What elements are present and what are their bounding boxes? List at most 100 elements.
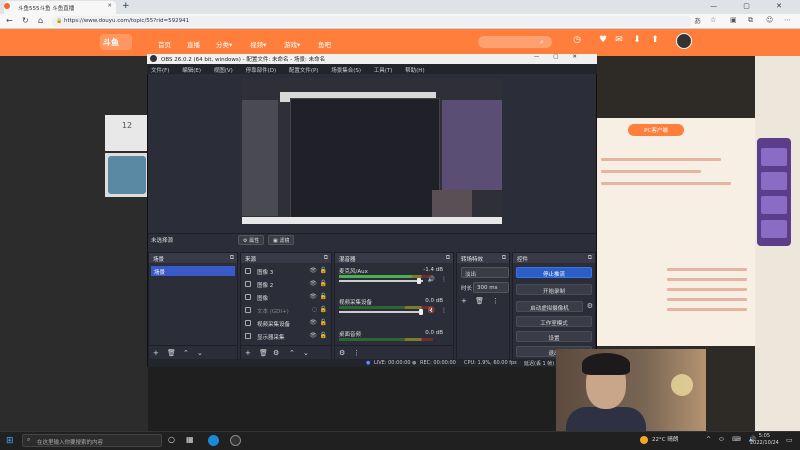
start-recording-button[interactable]: 开始录制 <box>516 284 592 295</box>
source-item[interactable]: 显示器采集 👁 🔓 <box>245 332 327 343</box>
source-item[interactable]: 图像 2 👁 🔓 <box>245 280 327 291</box>
windows-start-icon[interactable]: ⊞ <box>6 436 14 446</box>
profile-icon[interactable]: ☺ <box>766 16 773 24</box>
nav-live[interactable]: 直播 <box>187 39 200 49</box>
favorite-icon[interactable]: ☆ <box>710 16 716 24</box>
virtual-camera-settings-icon[interactable]: ⚙ <box>587 302 593 310</box>
popout-icon[interactable]: ⧉ <box>588 254 592 262</box>
eye-icon[interactable]: 👁 <box>309 280 317 287</box>
lock-icon[interactable]: 🔓 <box>320 293 327 300</box>
user-avatar[interactable] <box>676 33 692 49</box>
remove-scene-icon[interactable]: 🗑 <box>167 349 176 357</box>
settings-button[interactable]: 设置 <box>516 331 592 342</box>
gift-item[interactable] <box>761 148 787 166</box>
mixer-settings-icon[interactable]: ⚙ <box>339 349 345 357</box>
move-up-icon[interactable]: ⌃ <box>183 349 189 357</box>
eye-icon[interactable]: 👁 <box>309 319 317 326</box>
window-controls[interactable]: — ▢ ✕ <box>710 2 794 10</box>
nav-video[interactable]: 视频▾ <box>250 39 266 49</box>
popout-icon[interactable]: ⧉ <box>230 254 234 262</box>
download-icon[interactable]: ⬇ <box>630 35 644 49</box>
remove-source-icon[interactable]: 🗑 <box>259 349 268 357</box>
upload-icon[interactable]: ⬆ <box>648 35 662 49</box>
nav-category[interactable]: 分类▾ <box>216 39 232 49</box>
move-up-icon[interactable]: ⌃ <box>289 349 295 357</box>
popout-icon[interactable]: ⧉ <box>446 254 450 262</box>
preview-canvas[interactable] <box>242 78 502 224</box>
volume-slider[interactable] <box>339 311 423 313</box>
obs-icon[interactable] <box>230 435 241 446</box>
remove-transition-icon[interactable]: 🗑 <box>475 297 484 305</box>
move-down-icon[interactable]: ⌄ <box>303 349 309 357</box>
volume-knob[interactable] <box>419 309 423 315</box>
anchor-avatar[interactable] <box>105 153 149 197</box>
browser-tab[interactable]: 斗鱼555斗鱼 斗鱼直播 ✕ <box>4 1 116 14</box>
source-settings-icon[interactable]: ⚙ <box>273 349 279 357</box>
back-icon[interactable]: ← <box>6 16 13 25</box>
eye-icon[interactable]: 👁 <box>309 293 317 300</box>
popout-icon[interactable]: ⧉ <box>502 254 506 262</box>
nav-games[interactable]: 游戏▾ <box>284 39 300 49</box>
widgets-icon[interactable]: ▦ <box>186 435 197 446</box>
speaker-icon[interactable]: 🔊 <box>428 276 435 283</box>
source-item[interactable]: 图像 👁 🔓 <box>245 293 327 304</box>
transition-menu-icon[interactable]: ⋮ <box>492 297 499 305</box>
add-source-icon[interactable]: + <box>245 349 251 357</box>
lock-icon[interactable]: 🔓 <box>320 306 327 313</box>
mixer-menu-icon[interactable]: ⋮ <box>353 349 360 357</box>
virtual-camera-button[interactable]: 启动虚拟摄像机 <box>516 301 583 312</box>
add-transition-icon[interactable]: + <box>461 297 467 305</box>
stop-streaming-button[interactable]: 停止推流 <box>516 267 592 278</box>
message-icon[interactable]: ✉ <box>612 35 626 49</box>
history-icon[interactable]: ◷ <box>570 35 584 49</box>
taskbar-search-input[interactable]: 在这里输入你要搜索的内容 <box>22 434 162 447</box>
weather-text[interactable]: 22°C 晴朗 <box>652 435 678 443</box>
more-icon[interactable]: ⋯ <box>784 16 791 24</box>
taskbar-clock[interactable]: 5:05 2022/10/24 <box>750 433 779 447</box>
source-item[interactable]: 视频采集设备 👁 🔓 <box>245 319 327 330</box>
duration-input[interactable]: 300 ms <box>473 282 509 293</box>
lock-icon[interactable]: 🔓 <box>320 280 327 287</box>
scene-item[interactable]: 场景 <box>151 266 235 276</box>
task-view-icon[interactable]: ○ <box>168 435 179 446</box>
nav-yuba[interactable]: 鱼吧 <box>318 39 331 49</box>
extensions-icon[interactable]: ▣ <box>730 16 737 24</box>
eye-off-icon[interactable]: ◌ <box>312 306 317 313</box>
new-tab-button[interactable]: + <box>122 1 130 11</box>
gift-item[interactable] <box>761 196 787 214</box>
studio-mode-button[interactable]: 工作室模式 <box>516 316 592 327</box>
lock-icon[interactable]: 🔓 <box>320 332 327 339</box>
channel-menu-icon[interactable]: ⋮ <box>441 276 447 283</box>
properties-button[interactable]: ⚙ 属性 <box>238 235 265 245</box>
filters-button[interactable]: ▣ 滤镜 <box>268 235 295 245</box>
site-logo[interactable]: 斗鱼 <box>100 34 132 50</box>
collections-icon[interactable]: ⧉ <box>748 16 753 25</box>
obs-window-controls[interactable]: —▢✕ <box>534 54 591 60</box>
url-input[interactable]: https://www.douyu.com/topic/55?rid=59294… <box>52 16 692 27</box>
home-icon[interactable]: ⌂ <box>38 16 43 25</box>
transition-select[interactable]: 淡出 <box>461 267 509 278</box>
add-scene-icon[interactable]: + <box>153 349 159 357</box>
edge-icon[interactable] <box>208 435 219 446</box>
channel-menu-icon[interactable]: ⋮ <box>441 307 447 314</box>
speaker-muted-icon[interactable]: 🔇 <box>428 307 435 314</box>
volume-slider[interactable] <box>339 280 423 282</box>
refresh-icon[interactable]: ↻ <box>22 16 29 25</box>
notification-icon[interactable]: ▭ <box>786 436 793 444</box>
move-down-icon[interactable]: ⌄ <box>197 349 203 357</box>
source-item[interactable]: 文本 (GDI+) ◌ 🔓 <box>245 306 327 317</box>
follow-icon[interactable]: ♥ <box>596 35 610 49</box>
popout-icon[interactable]: ⧉ <box>324 254 328 262</box>
nav-home[interactable]: 首页 <box>158 39 171 49</box>
gift-item[interactable] <box>761 220 787 238</box>
eye-icon[interactable]: 👁 <box>309 267 317 274</box>
eye-icon[interactable]: 👁 <box>309 332 317 339</box>
lock-icon[interactable]: 🔓 <box>320 267 327 274</box>
lock-icon[interactable]: 🔓 <box>320 319 327 326</box>
source-item[interactable]: 图像 3 👁 🔓 <box>245 267 327 278</box>
pc-client-button[interactable]: PC客户端 <box>628 124 684 136</box>
translate-icon[interactable]: あ <box>694 16 701 26</box>
close-tab-icon[interactable]: ✕ <box>107 3 112 9</box>
gift-item[interactable] <box>761 172 787 190</box>
search-icon[interactable]: ⌕ <box>540 38 544 47</box>
